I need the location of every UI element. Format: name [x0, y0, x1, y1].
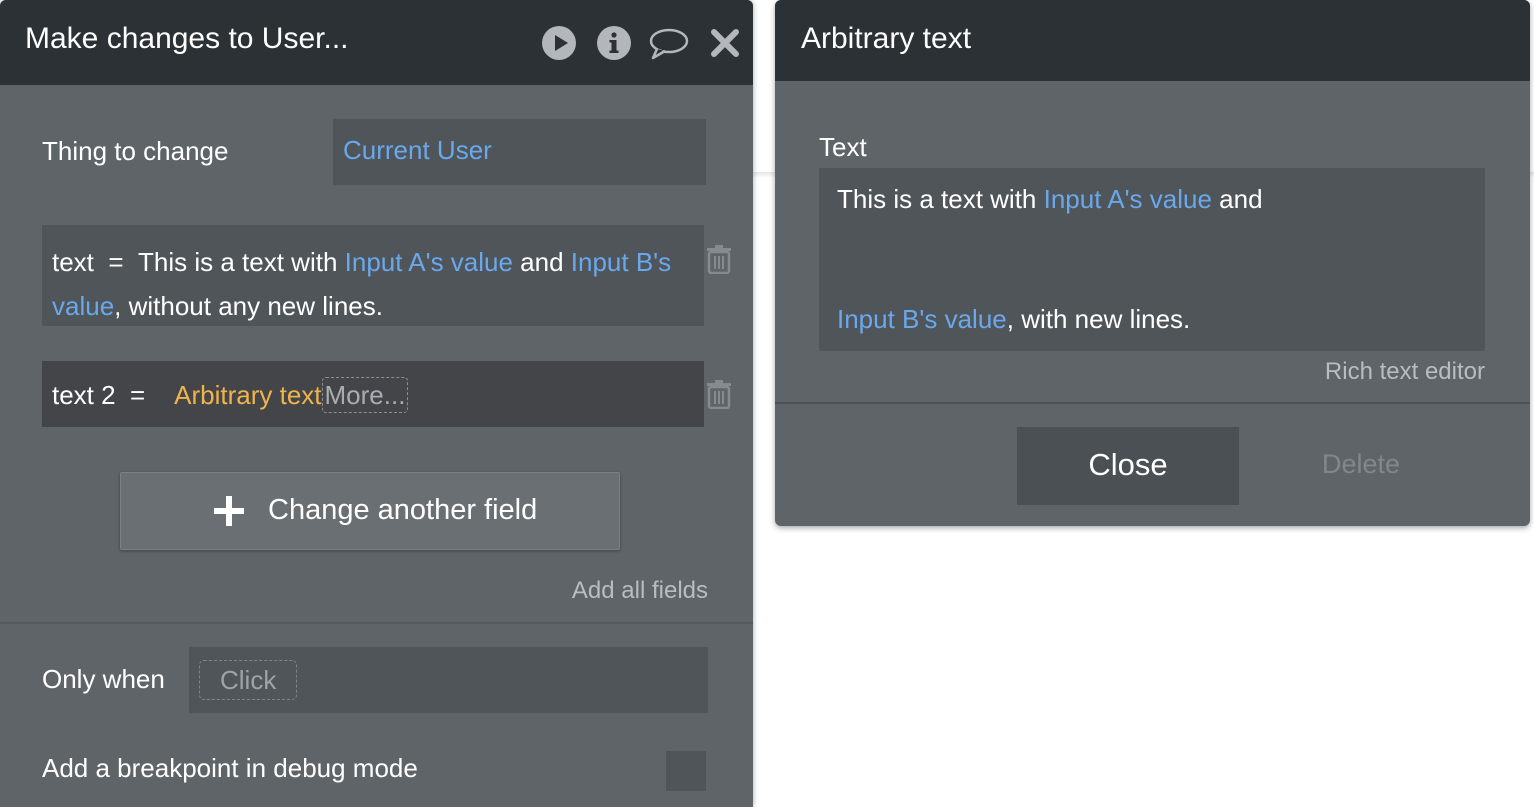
more-chip[interactable]: More... [321, 377, 409, 413]
dynamic-expression[interactable]: Input B's value [837, 304, 1007, 334]
panel-title: Make changes to User... [25, 22, 349, 55]
field-row-text-2[interactable]: text 2 = Arbitrary text More... [42, 361, 704, 427]
rich-text-editor-link[interactable]: Rich text editor [1325, 358, 1485, 386]
dynamic-expression[interactable]: Input A's value [345, 247, 513, 277]
expression-text: and [1211, 184, 1263, 214]
change-another-field-button[interactable]: Change another field [120, 472, 620, 550]
field-expression[interactable]: text = This is a text with Input A's val… [52, 240, 692, 328]
thing-to-change-label: Thing to change [42, 136, 229, 166]
close-button-label: Close [1088, 447, 1168, 482]
trash-icon[interactable] [705, 244, 733, 274]
comment-icon[interactable] [648, 25, 690, 61]
text-line: This is a text with Input A's value and [837, 184, 1263, 215]
field-name: text 2 [52, 380, 116, 410]
field-name: text [52, 247, 94, 277]
text-editor[interactable]: This is a text with Input A's value and … [819, 168, 1485, 351]
close-button[interactable]: Close [1017, 427, 1239, 505]
dynamic-expression[interactable]: Input A's value [1044, 184, 1212, 214]
breakpoint-checkbox[interactable] [666, 751, 706, 791]
panel-title: Arbitrary text [801, 22, 972, 55]
panel-header: Make changes to User... [0, 0, 753, 85]
field-expression[interactable]: text 2 = Arbitrary text More... [52, 377, 409, 413]
arbitrary-text-chip[interactable]: Arbitrary text [174, 380, 321, 410]
only-when-label: Only when [42, 664, 165, 694]
expression-text: This is a text with [138, 247, 345, 277]
text-label: Text [819, 132, 867, 162]
divider [775, 402, 1530, 404]
delete-button[interactable]: Delete [1275, 427, 1447, 505]
expression-text: , without any new lines. [114, 291, 383, 321]
thing-to-change-value[interactable]: Current User [343, 135, 492, 166]
add-all-fields-link[interactable]: Add all fields [572, 577, 708, 605]
close-icon[interactable] [708, 25, 742, 61]
change-another-field-label: Change another field [268, 494, 538, 526]
arbitrary-text-panel: Arbitrary text Text This is a text with … [775, 0, 1530, 526]
make-changes-panel: Make changes to User... Thing to change … [0, 0, 753, 807]
breakpoint-label: Add a breakpoint in debug mode [42, 753, 418, 783]
plus-icon [214, 496, 244, 526]
expression-text: This is a text with [837, 184, 1044, 214]
divider [0, 622, 753, 624]
only-when-input[interactable]: Click [189, 647, 708, 713]
click-placeholder[interactable]: Click [199, 660, 298, 700]
thing-to-change-input[interactable]: Current User [333, 119, 706, 185]
text-line: Input B's value, with new lines. [837, 304, 1190, 335]
trash-icon[interactable] [705, 379, 733, 409]
panel-header: Arbitrary text [775, 0, 1530, 81]
field-operator: = [130, 380, 146, 410]
field-operator: = [108, 247, 124, 277]
field-row-text[interactable]: text = This is a text with Input A's val… [42, 225, 704, 326]
expression-text: and [512, 247, 571, 277]
delete-button-label: Delete [1321, 449, 1401, 479]
info-icon[interactable] [596, 25, 632, 61]
expression-text: , with new lines. [1006, 304, 1191, 334]
play-icon[interactable] [541, 25, 577, 61]
